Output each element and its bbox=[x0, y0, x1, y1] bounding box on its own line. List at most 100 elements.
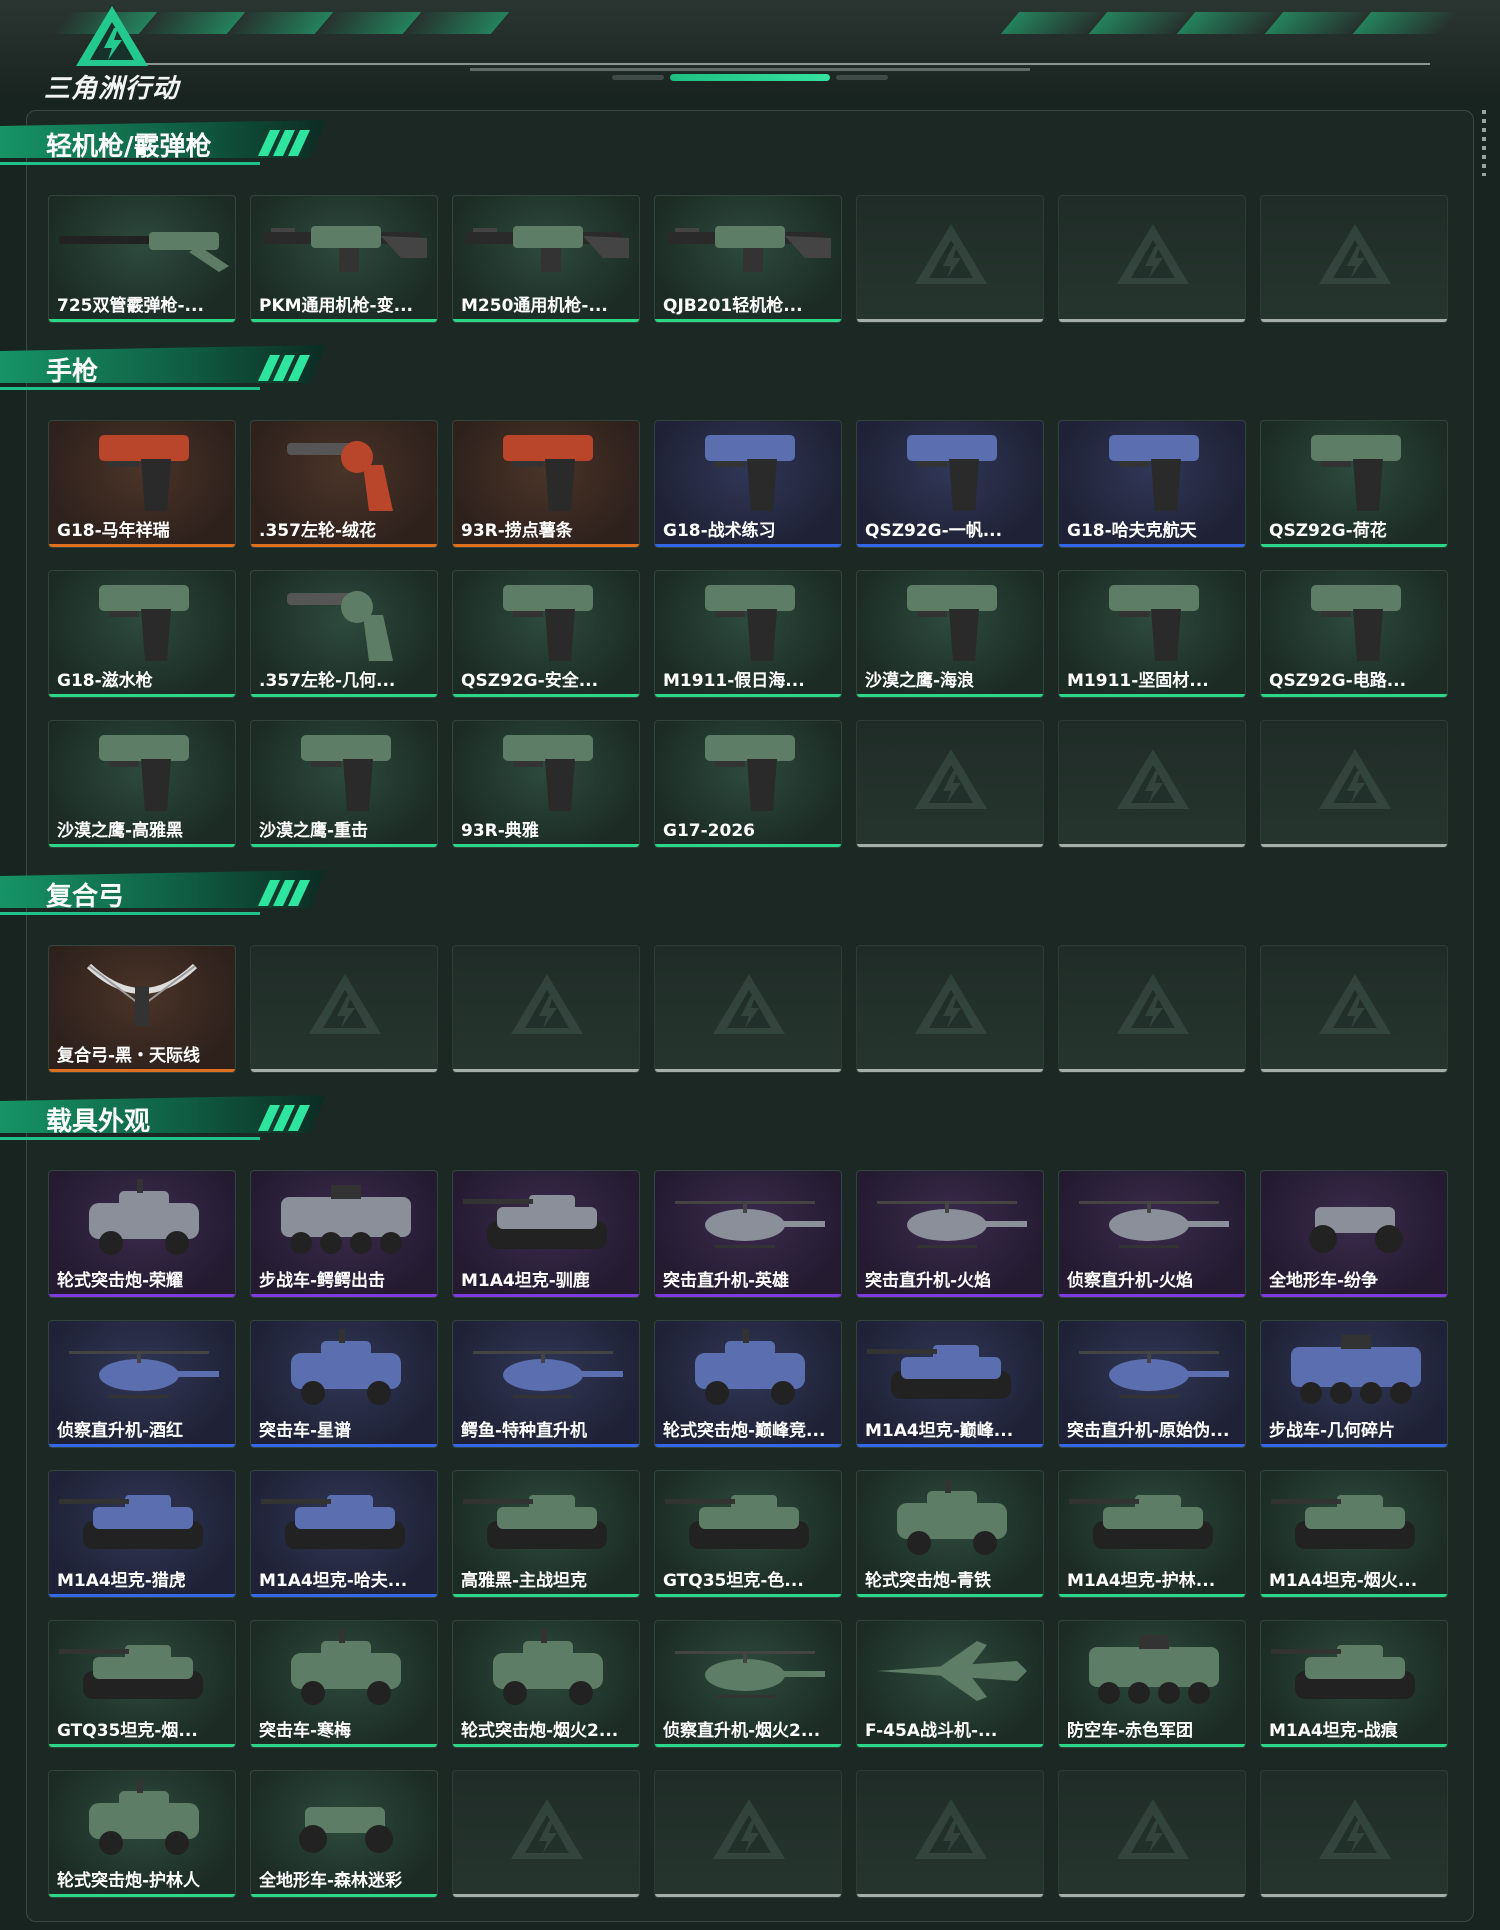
skin-card[interactable]: M1A4坦克-护林... bbox=[1058, 1470, 1246, 1598]
rarity-bar bbox=[857, 1594, 1043, 1597]
armored-car-icon bbox=[695, 1329, 805, 1405]
rarity-bar bbox=[453, 544, 639, 547]
rarity-bar bbox=[251, 1294, 437, 1297]
skin-card[interactable]: 沙漠之鹰-海浪 bbox=[856, 570, 1044, 698]
rarity-bar bbox=[857, 844, 1043, 847]
skin-card[interactable]: 全地形车-纷争 bbox=[1260, 1170, 1448, 1298]
helicopter-icon bbox=[675, 1651, 825, 1698]
skin-name: 突击直升机-原始伪... bbox=[1067, 1421, 1230, 1441]
skin-card[interactable]: 93R-典雅 bbox=[452, 720, 640, 848]
skin-card[interactable]: GTQ35坦克-色... bbox=[654, 1470, 842, 1598]
helicopter-icon bbox=[473, 1351, 623, 1398]
skin-card[interactable]: 轮式突击炮-护林人 bbox=[48, 1770, 236, 1898]
rarity-bar bbox=[655, 1894, 841, 1897]
skin-card[interactable]: 高雅黑-主战坦克 bbox=[452, 1470, 640, 1598]
skin-card[interactable]: M1A4坦克-哈夫... bbox=[250, 1470, 438, 1598]
skin-card[interactable]: M250通用机枪-... bbox=[452, 195, 640, 323]
empty-slot-card bbox=[856, 1770, 1044, 1898]
skin-card[interactable]: M1A4坦克-战痕 bbox=[1260, 1620, 1448, 1748]
skin-card[interactable]: 步战车-几何碎片 bbox=[1260, 1320, 1448, 1448]
skin-name: 突击直升机-火焰 bbox=[865, 1271, 992, 1291]
pistol-icon bbox=[705, 435, 795, 511]
skin-name: QSZ92G-一帆... bbox=[865, 521, 1003, 541]
helicopter-icon bbox=[69, 1351, 219, 1398]
skin-card[interactable]: M1A4坦克-驯鹿 bbox=[452, 1170, 640, 1298]
skin-card[interactable]: PKM通用机枪-变... bbox=[250, 195, 438, 323]
skin-card[interactable]: 轮式突击炮-巅峰竞... bbox=[654, 1320, 842, 1448]
skin-card[interactable]: .357左轮-绒花 bbox=[250, 420, 438, 548]
empty-slot-card bbox=[856, 720, 1044, 848]
skin-card[interactable]: QSZ92G-安全... bbox=[452, 570, 640, 698]
machine-gun-icon bbox=[263, 226, 427, 272]
skin-name: 轮式突击炮-巅峰竞... bbox=[663, 1421, 826, 1441]
skin-card[interactable]: .357左轮-几何... bbox=[250, 570, 438, 698]
skin-card[interactable]: M1A4坦克-巅峰... bbox=[856, 1320, 1044, 1448]
skin-card[interactable]: 轮式突击炮-烟火2... bbox=[452, 1620, 640, 1748]
rarity-bar bbox=[1261, 1069, 1447, 1072]
skin-card[interactable]: 突击直升机-英雄 bbox=[654, 1170, 842, 1298]
skin-card[interactable]: G18-哈夫克航天 bbox=[1058, 420, 1246, 548]
skin-card[interactable]: 突击车-寒梅 bbox=[250, 1620, 438, 1748]
skin-card[interactable]: QJB201轻机枪... bbox=[654, 195, 842, 323]
skin-card[interactable]: G18-马年祥瑞 bbox=[48, 420, 236, 548]
empty-slot-card bbox=[654, 945, 842, 1073]
empty-slot-card bbox=[452, 1770, 640, 1898]
armored-car-icon bbox=[897, 1479, 1007, 1555]
skin-card[interactable]: 93R-捞点薯条 bbox=[452, 420, 640, 548]
apc-icon bbox=[1089, 1635, 1219, 1704]
revolver-icon bbox=[287, 591, 393, 661]
section-title: 复合弓 bbox=[46, 882, 125, 912]
skin-card[interactable]: 侦察直升机-酒红 bbox=[48, 1320, 236, 1448]
skin-card[interactable]: 沙漠之鹰-重击 bbox=[250, 720, 438, 848]
skin-card[interactable]: G17-2026 bbox=[654, 720, 842, 848]
skin-card[interactable]: QSZ92G-荷花 bbox=[1260, 420, 1448, 548]
skin-card[interactable]: 全地形车-森林迷彩 bbox=[250, 1770, 438, 1898]
pistol-icon bbox=[907, 585, 997, 661]
skin-name: 轮式突击炮-青铁 bbox=[865, 1571, 992, 1591]
skin-name: 步战车-鳄鳄出击 bbox=[259, 1271, 386, 1291]
skin-name: 轮式突击炮-护林人 bbox=[57, 1871, 201, 1891]
skin-card[interactable]: M1A4坦克-猎虎 bbox=[48, 1470, 236, 1598]
skin-card[interactable]: 侦察直升机-火焰 bbox=[1058, 1170, 1246, 1298]
empty-slot-card bbox=[250, 945, 438, 1073]
skin-card[interactable]: 防空车-赤色军团 bbox=[1058, 1620, 1246, 1748]
tank-icon bbox=[463, 1195, 607, 1249]
skin-card[interactable]: QSZ92G-电路... bbox=[1260, 570, 1448, 698]
skin-name: 沙漠之鹰-重击 bbox=[259, 821, 369, 841]
armored-car-icon bbox=[291, 1629, 401, 1705]
skin-name: M1911-坚固材... bbox=[1067, 671, 1209, 691]
skin-card[interactable]: 突击直升机-原始伪... bbox=[1058, 1320, 1246, 1448]
skin-card[interactable]: GTQ35坦克-烟... bbox=[48, 1620, 236, 1748]
skin-card[interactable]: 鳄鱼-特种直升机 bbox=[452, 1320, 640, 1448]
skin-card[interactable]: 轮式突击炮-荣耀 bbox=[48, 1170, 236, 1298]
section-title: 轻机枪/霰弹枪 bbox=[46, 132, 212, 162]
skin-card[interactable]: 复合弓-黑・天际线 bbox=[48, 945, 236, 1073]
skin-name: QSZ92G-荷花 bbox=[1269, 521, 1387, 541]
placeholder-logo-icon bbox=[309, 974, 381, 1034]
skin-card[interactable]: M1911-坚固材... bbox=[1058, 570, 1246, 698]
tank-icon bbox=[867, 1345, 1011, 1399]
scrollbar[interactable] bbox=[1482, 110, 1486, 176]
skin-name: G17-2026 bbox=[663, 821, 755, 841]
skin-card[interactable]: QSZ92G-一帆... bbox=[856, 420, 1044, 548]
skin-card[interactable]: 突击直升机-火焰 bbox=[856, 1170, 1044, 1298]
skin-name: 突击车-星谱 bbox=[259, 1421, 352, 1441]
rarity-bar bbox=[1261, 1594, 1447, 1597]
helicopter-icon bbox=[1079, 1351, 1229, 1398]
skin-name: M1911-假日海... bbox=[663, 671, 805, 691]
skin-card[interactable]: F-45A战斗机-... bbox=[856, 1620, 1044, 1748]
skin-card[interactable]: G18-滋水枪 bbox=[48, 570, 236, 698]
skin-card[interactable]: 突击车-星谱 bbox=[250, 1320, 438, 1448]
skin-card[interactable]: 侦察直升机-烟火2... bbox=[654, 1620, 842, 1748]
empty-slot-card bbox=[1058, 195, 1246, 323]
skin-card[interactable]: G18-战术练习 bbox=[654, 420, 842, 548]
skin-card[interactable]: 沙漠之鹰-高雅黑 bbox=[48, 720, 236, 848]
skin-card[interactable]: M1A4坦克-烟火... bbox=[1260, 1470, 1448, 1598]
skin-card[interactable]: 轮式突击炮-青铁 bbox=[856, 1470, 1044, 1598]
rarity-bar bbox=[1261, 1444, 1447, 1447]
skin-card[interactable]: 步战车-鳄鳄出击 bbox=[250, 1170, 438, 1298]
skin-card[interactable]: 725双管霰弹枪-... bbox=[48, 195, 236, 323]
atv-icon bbox=[1309, 1207, 1403, 1253]
skin-name: M1A4坦克-烟火... bbox=[1269, 1571, 1418, 1591]
skin-card[interactable]: M1911-假日海... bbox=[654, 570, 842, 698]
